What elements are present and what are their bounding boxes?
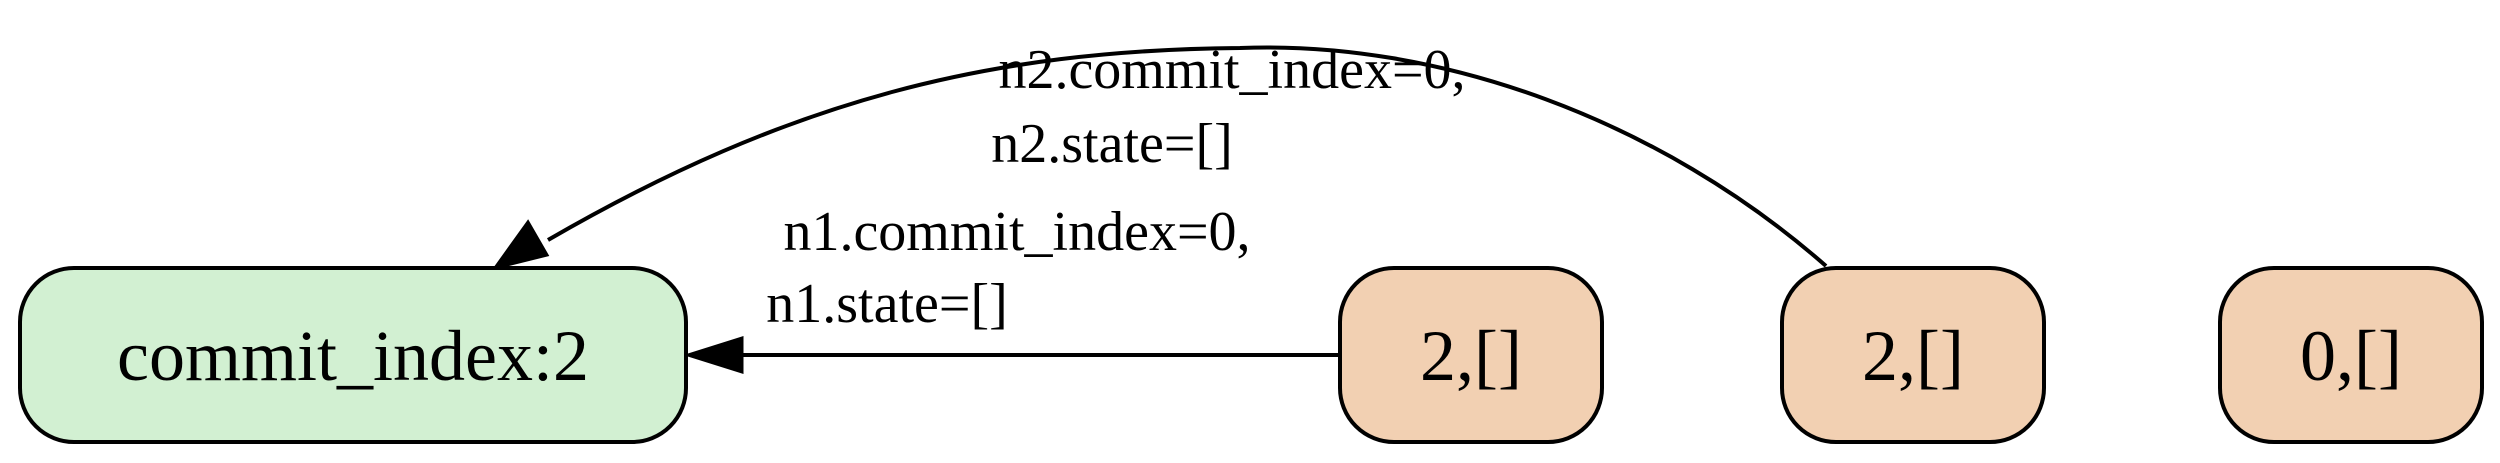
node-n3: 0,[]: [2218, 266, 2484, 444]
node-commit-index-label: commit_index:2: [117, 316, 589, 396]
node-n2: 2,[]: [1780, 266, 2046, 444]
state-graph-diagram: n2.commit_index=0, n2.state=[] n1.commit…: [18, 39, 2484, 444]
node-n1: 2,[]: [1338, 266, 1604, 444]
edge-n2-to-commit-arrowhead: [491, 219, 550, 271]
edge-n1-label-line1: n1.commit_index=0,: [783, 201, 1250, 263]
edge-n1-label-line2: n1.state=[]: [766, 273, 1008, 335]
edge-n2-label-line2: n2.state=[]: [991, 113, 1233, 175]
node-commit-index: commit_index:2: [18, 266, 688, 444]
edge-n2-label-line1: n2.commit_index=0,: [998, 39, 1465, 101]
node-n1-label: 2,[]: [1420, 316, 1522, 396]
node-n2-label: 2,[]: [1862, 316, 1964, 396]
edge-n1-to-commit-arrowhead: [683, 335, 744, 375]
node-n3-label: 0,[]: [2300, 316, 2402, 396]
edge-n1-to-commit: n1.commit_index=0, n1.state=[]: [683, 201, 1338, 375]
